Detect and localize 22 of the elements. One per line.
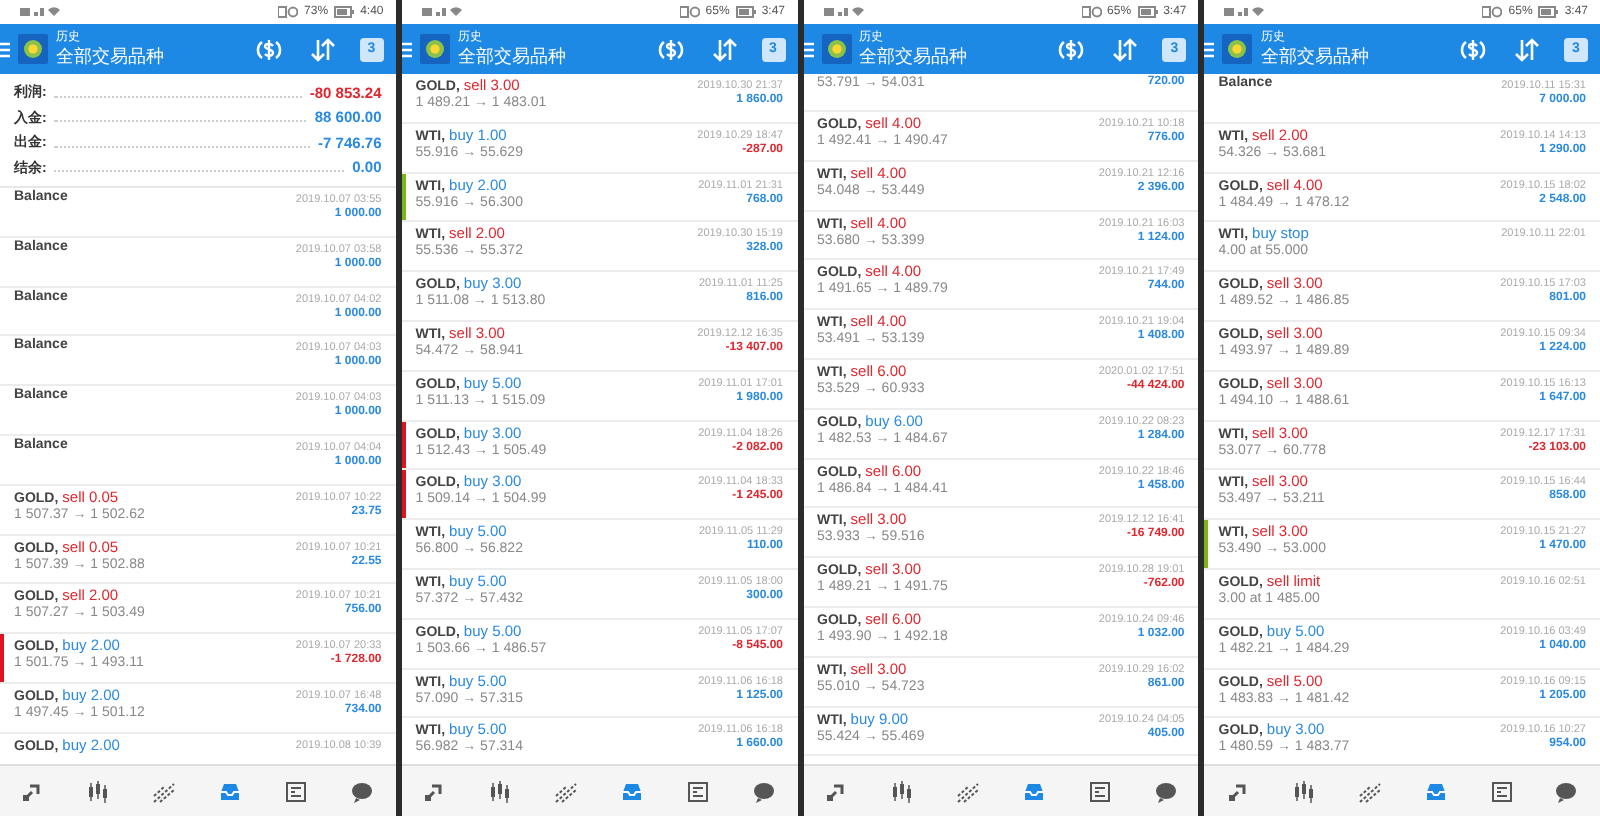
- battery-icon: [735, 6, 756, 18]
- header-subtitle: 全部交易品种: [859, 45, 969, 67]
- menu-icon[interactable]: [401, 41, 412, 57]
- battery-icon: [1137, 6, 1158, 18]
- currency-sync-icon[interactable]: [1460, 37, 1486, 61]
- currency-sync-icon[interactable]: [255, 37, 282, 61]
- logo-icon: [18, 34, 48, 64]
- logo-icon: [419, 34, 450, 64]
- sort-icon[interactable]: [309, 37, 336, 61]
- battery-icon: [334, 6, 355, 18]
- sort-icon[interactable]: [711, 37, 737, 61]
- menu-icon[interactable]: [803, 41, 813, 57]
- sort-icon[interactable]: [1112, 37, 1139, 61]
- battery-icon: [1538, 6, 1559, 18]
- header-subtitle: 全部交易品种: [56, 45, 166, 67]
- header-subtitle: 全部交易品种: [1260, 45, 1371, 67]
- sort-icon[interactable]: [1514, 37, 1540, 61]
- logo-icon: [1222, 34, 1253, 64]
- currency-sync-icon[interactable]: [1058, 37, 1085, 61]
- header-subtitle: 全部交易品种: [457, 45, 568, 67]
- logo-icon: [821, 34, 851, 64]
- currency-sync-icon[interactable]: [657, 37, 683, 61]
